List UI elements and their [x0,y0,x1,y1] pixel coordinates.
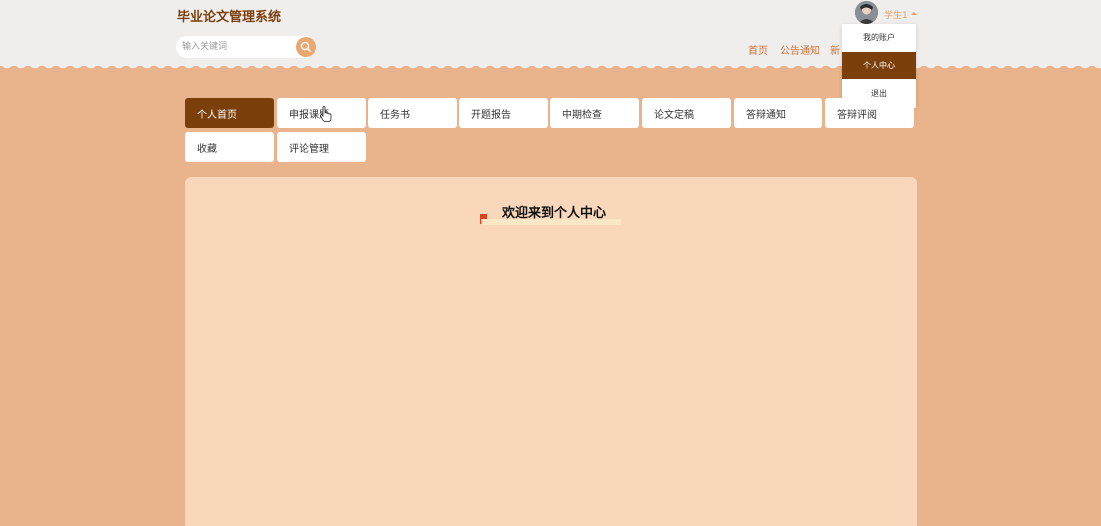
nav-news[interactable]: 新 [830,42,840,57]
avatar[interactable] [855,1,878,24]
menu-comment-management[interactable]: 评论管理 [277,132,366,162]
wave-border [0,62,1101,74]
menu-defense-notice[interactable]: 答辩通知 [734,98,822,128]
dropdown-personal-center[interactable]: 个人中心 [842,52,916,79]
search-button[interactable] [296,37,316,57]
search-icon [300,41,312,53]
menu-personal-home[interactable]: 个人首页 [185,98,274,128]
menu-task-book[interactable]: 任务书 [368,98,457,128]
search-input[interactable] [182,39,292,55]
hand-cursor-icon [320,106,332,122]
nav-announcements[interactable]: 公告通知 [780,42,820,57]
site-title[interactable]: 毕业论文管理系统 [177,6,281,25]
menu-proposal-report[interactable]: 开题报告 [459,98,548,128]
avatar-image [855,1,878,24]
username[interactable]: 学生1 [884,8,908,21]
menu-favorites[interactable]: 收藏 [185,132,274,162]
menu-midterm-check[interactable]: 中期检查 [550,98,639,128]
nav-home[interactable]: 首页 [748,42,768,57]
dropdown-my-account[interactable]: 我的账户 [842,24,916,51]
menu-final-thesis[interactable]: 论文定稿 [642,98,731,128]
search-box [176,36,316,58]
header [0,0,1101,66]
welcome-title: 欢迎来到个人中心 [502,206,607,221]
menu-defense-review[interactable]: 答辩评阅 [825,98,914,128]
caret-up-icon[interactable] [911,12,917,15]
user-dropdown: 我的账户 个人中心 退出 [842,24,916,108]
content-panel: 欢迎来到个人中心 [185,177,917,526]
